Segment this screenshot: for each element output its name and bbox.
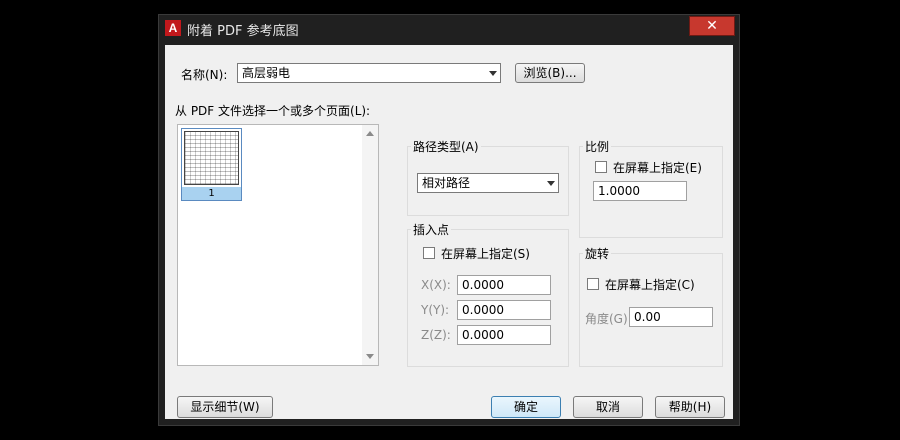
pages-list[interactable]: 1	[177, 124, 379, 366]
insertion-specify-checkbox[interactable]	[423, 247, 435, 259]
path-type-dropdown[interactable]: 相对路径	[417, 173, 559, 193]
z-input[interactable]: 0.0000	[457, 325, 551, 345]
insertion-point-label: 插入点	[411, 221, 452, 238]
dialog-title: 附着 PDF 参考底图	[187, 24, 299, 39]
scale-specify-label: 在屏幕上指定(E)	[613, 161, 702, 175]
pages-scrollbar[interactable]	[362, 125, 378, 365]
pages-label: 从 PDF 文件选择一个或多个页面(L):	[175, 104, 371, 118]
chevron-down-icon	[489, 71, 497, 76]
page-number-label: 1	[182, 187, 241, 200]
x-label: X(X):	[421, 278, 451, 292]
name-dropdown[interactable]: 高层弱电	[237, 63, 501, 83]
close-button[interactable]: ✕	[689, 16, 735, 36]
z-label: Z(Z):	[421, 328, 451, 342]
browse-button[interactable]: 浏览(B)...	[515, 63, 585, 83]
scroll-down-icon[interactable]	[366, 354, 374, 359]
angle-input[interactable]: 0.00	[629, 307, 713, 327]
scroll-up-icon[interactable]	[366, 131, 374, 136]
title-bar[interactable]: A 附着 PDF 参考底图 ✕	[159, 15, 739, 41]
path-type-value: 相对路径	[422, 176, 471, 190]
scale-input[interactable]: 1.0000	[593, 181, 687, 201]
cancel-button[interactable]: 取消	[573, 396, 643, 418]
y-input[interactable]: 0.0000	[457, 300, 551, 320]
autocad-logo-icon: A	[165, 20, 181, 36]
help-button[interactable]: 帮助(H)	[655, 396, 725, 418]
page-thumbnail[interactable]: 1	[181, 128, 242, 201]
x-input[interactable]: 0.0000	[457, 275, 551, 295]
rotation-specify-label: 在屏幕上指定(C)	[605, 278, 695, 292]
angle-label: 角度(G):	[585, 312, 632, 326]
scale-label: 比例	[583, 138, 612, 155]
ok-button[interactable]: 确定	[491, 396, 561, 418]
chevron-down-icon	[547, 181, 555, 186]
dialog-window: A 附着 PDF 参考底图 ✕ 名称(N): 高层弱电 浏览(B)... 从 P…	[158, 14, 740, 426]
dialog-content: 名称(N): 高层弱电 浏览(B)... 从 PDF 文件选择一个或多个页面(L…	[165, 45, 733, 419]
show-details-button[interactable]: 显示细节(W)	[177, 396, 273, 418]
path-type-label: 路径类型(A)	[411, 138, 481, 155]
name-dropdown-value: 高层弱电	[242, 66, 291, 80]
insertion-specify-label: 在屏幕上指定(S)	[441, 247, 530, 261]
pdf-page-preview-icon	[184, 131, 239, 185]
name-label: 名称(N):	[181, 68, 228, 82]
rotation-specify-checkbox[interactable]	[587, 278, 599, 290]
scale-specify-checkbox[interactable]	[595, 161, 607, 173]
y-label: Y(Y):	[421, 303, 450, 317]
rotation-label: 旋转	[583, 245, 612, 262]
